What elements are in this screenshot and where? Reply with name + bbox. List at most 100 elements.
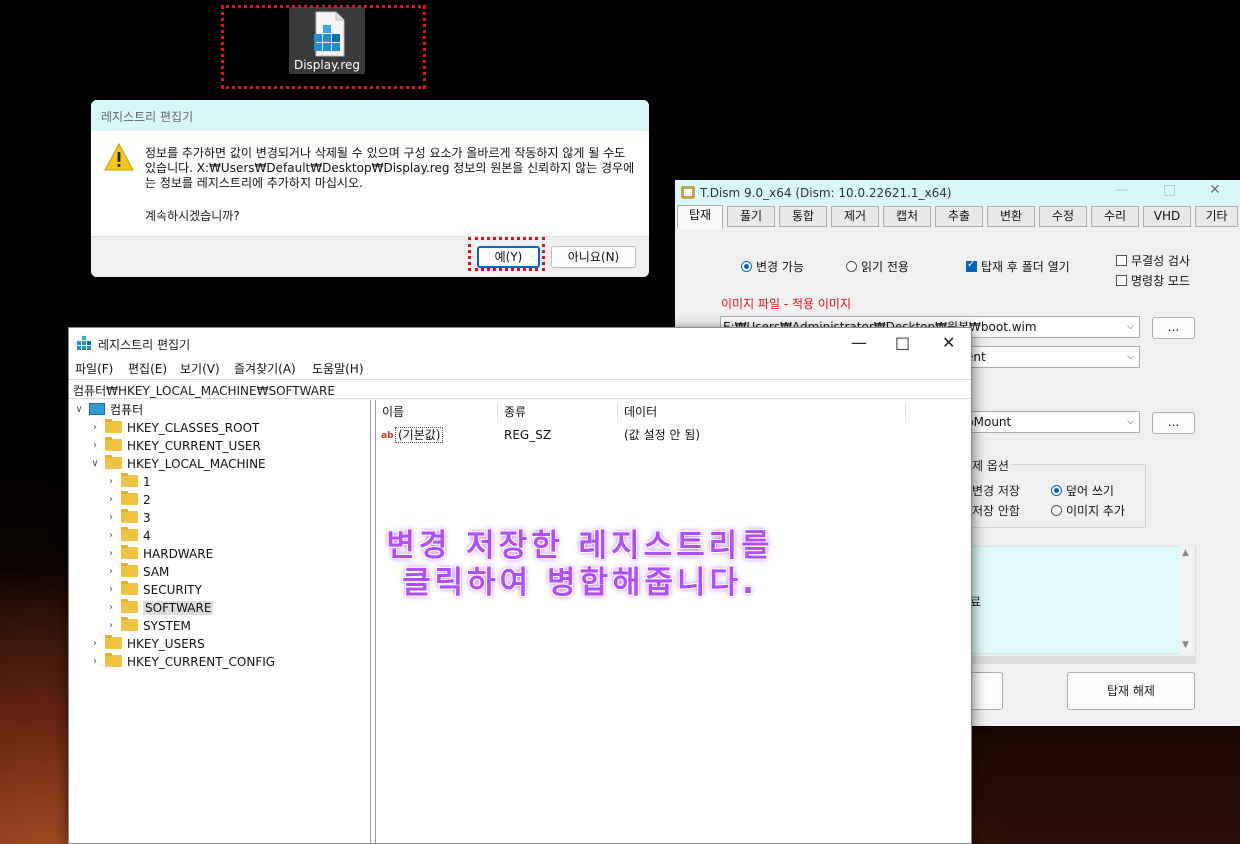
tab-capture[interactable]: 캡처 <box>883 206 931 227</box>
tree-label: 3 <box>143 511 151 525</box>
tree-node-hklm-2[interactable]: › 2 <box>105 491 151 509</box>
close-icon[interactable]: ✕ <box>1209 182 1221 198</box>
chevron-right-icon[interactable]: › <box>105 545 117 563</box>
menu-edit[interactable]: 편집(E) <box>128 360 167 377</box>
radio-overwrite[interactable]: 덮어 쓰기 <box>1051 482 1114 499</box>
tab-extract[interactable]: 풀기 <box>727 206 775 227</box>
tree-label: SAM <box>143 565 170 579</box>
folder-icon <box>105 653 122 667</box>
minimize-icon[interactable]: — <box>851 333 867 352</box>
index-combo[interactable]: ent ⌵ <box>963 346 1140 368</box>
chevron-right-icon[interactable]: › <box>105 599 117 617</box>
tree-label: 4 <box>143 529 151 543</box>
folder-icon <box>121 599 138 613</box>
tree-node-software[interactable]: › SOFTWARE <box>105 599 214 617</box>
tab-integrate[interactable]: 통합 <box>779 206 827 227</box>
radio-append-image[interactable]: 이미지 추가 <box>1051 502 1125 519</box>
chevron-right-icon[interactable]: › <box>89 419 101 437</box>
tree-label: HARDWARE <box>143 547 214 561</box>
tree-label: SOFTWARE <box>143 601 214 615</box>
save-changes-option[interactable]: 변경 저장 <box>972 482 1020 499</box>
menu-favorites[interactable]: 즐겨찾기(A) <box>234 360 296 377</box>
chevron-right-icon[interactable]: › <box>105 491 117 509</box>
maximize-icon[interactable]: □ <box>1163 182 1176 198</box>
menu-file[interactable]: 파일(F) <box>75 360 113 377</box>
tab-vhd[interactable]: VHD <box>1143 206 1191 227</box>
tree-node-hklm-4[interactable]: › 4 <box>105 527 151 545</box>
progress-bar <box>963 656 1196 664</box>
chevron-right-icon[interactable]: › <box>89 635 101 653</box>
maximize-icon[interactable]: □ <box>895 333 910 352</box>
chevron-right-icon[interactable]: › <box>105 617 117 635</box>
yes-button-highlight-frame <box>468 237 545 271</box>
scroll-down-icon[interactable]: ▼ <box>1182 640 1189 650</box>
chevron-down-icon: ⌵ <box>1127 417 1134 427</box>
scroll-up-icon[interactable]: ▲ <box>1182 548 1189 558</box>
radio-dot-icon <box>1051 505 1062 516</box>
tree-node-computer[interactable]: ∨ 컴퓨터 <box>73 401 143 419</box>
chevron-right-icon[interactable]: › <box>105 509 117 527</box>
folder-icon <box>121 491 138 505</box>
tree-node-system[interactable]: › SYSTEM <box>105 617 191 635</box>
tree-node-hklm[interactable]: ∨ HKEY_LOCAL_MACHINE <box>89 455 266 473</box>
tree-label: HKEY_USERS <box>127 637 205 651</box>
column-header-type[interactable]: 종류 <box>498 402 618 423</box>
chevron-right-icon[interactable]: › <box>105 473 117 491</box>
tree-node-hku[interactable]: › HKEY_USERS <box>89 635 205 653</box>
chevron-down-icon[interactable]: ∨ <box>89 455 101 473</box>
tree-node-hardware[interactable]: › HARDWARE <box>105 545 213 563</box>
mount-folder-combo[interactable]: pMount ⌵ <box>963 411 1140 433</box>
tree-label: SYSTEM <box>143 619 191 633</box>
tdism-titlebar: T.Dism 9.0_x64 (Dism: 10.0.22621.1_x64) … <box>675 180 1240 205</box>
cmd-mode-checkbox[interactable]: 명령창 모드 <box>1116 272 1190 289</box>
chevron-right-icon[interactable]: › <box>89 437 101 455</box>
column-header-name[interactable]: 이름 <box>376 402 498 423</box>
radio-read-write[interactable]: 변경 가능 <box>741 258 804 275</box>
integrity-check-label: 무결성 검사 <box>1131 254 1191 268</box>
column-header-data[interactable]: 데이터 <box>618 402 906 423</box>
minimize-icon[interactable]: — <box>1115 182 1129 198</box>
chevron-right-icon[interactable]: › <box>105 527 117 545</box>
browse-image-button[interactable]: ... <box>1152 317 1195 339</box>
tree-node-hklm-1[interactable]: › 1 <box>105 473 151 491</box>
regedit-titlebar: 레지스트리 편집기 — □ ✕ <box>69 328 971 358</box>
open-folder-checkbox[interactable]: 탑재 후 폴더 열기 <box>966 258 1070 275</box>
discard-changes-option[interactable]: 저장 안함 <box>972 502 1020 519</box>
chevron-down-icon[interactable]: ∨ <box>73 401 85 419</box>
menu-view[interactable]: 보기(V) <box>180 360 220 377</box>
chevron-right-icon[interactable]: › <box>105 581 117 599</box>
tab-remove[interactable]: 제거 <box>831 206 879 227</box>
log-scrollbar[interactable]: ▲ ▼ <box>1179 546 1195 654</box>
address-bar[interactable]: 컴퓨터₩HKEY_LOCAL_MACHINE₩SOFTWARE <box>69 379 971 399</box>
tab-export[interactable]: 추출 <box>935 206 983 227</box>
folder-icon <box>105 455 122 469</box>
no-button[interactable]: 아니요(N) <box>551 246 636 268</box>
tab-etc[interactable]: 기타 <box>1195 206 1238 227</box>
folder-icon <box>105 437 122 451</box>
table-row[interactable]: ab (기본값) <box>381 426 444 444</box>
tab-convert[interactable]: 변환 <box>987 206 1035 227</box>
chevron-right-icon[interactable]: › <box>105 563 117 581</box>
tree-node-security[interactable]: › SECURITY <box>105 581 202 599</box>
radio-dot-icon <box>846 261 857 272</box>
tdism-title: T.Dism 9.0_x64 (Dism: 10.0.22621.1_x64) <box>700 186 952 200</box>
tree-node-sam[interactable]: › SAM <box>105 563 169 581</box>
radio-read-only[interactable]: 읽기 전용 <box>846 258 909 275</box>
chevron-right-icon[interactable]: › <box>89 653 101 671</box>
tree-node-hkcr[interactable]: › HKEY_CLASSES_ROOT <box>89 419 259 437</box>
tree-node-hkcu[interactable]: › HKEY_CURRENT_USER <box>89 437 261 455</box>
tab-modify[interactable]: 수정 <box>1039 206 1087 227</box>
tree-node-hklm-3[interactable]: › 3 <box>105 509 151 527</box>
menu-help[interactable]: 도움말(H) <box>312 360 364 377</box>
integrity-check-checkbox[interactable]: 무결성 검사 <box>1116 252 1190 269</box>
tree-label: 1 <box>143 475 151 489</box>
close-icon[interactable]: ✕ <box>942 333 955 352</box>
tree-node-hkcc[interactable]: › HKEY_CURRENT_CONFIG <box>89 653 275 671</box>
unmount-button[interactable]: 탑재 해제 <box>1067 672 1195 710</box>
folder-icon <box>121 509 138 523</box>
folder-icon <box>121 545 138 559</box>
browse-folder-button[interactable]: ... <box>1152 412 1195 434</box>
tree-label: HKEY_CURRENT_CONFIG <box>127 655 276 669</box>
tab-repair[interactable]: 수리 <box>1091 206 1139 227</box>
tab-mount[interactable]: 탑재 <box>677 205 723 229</box>
